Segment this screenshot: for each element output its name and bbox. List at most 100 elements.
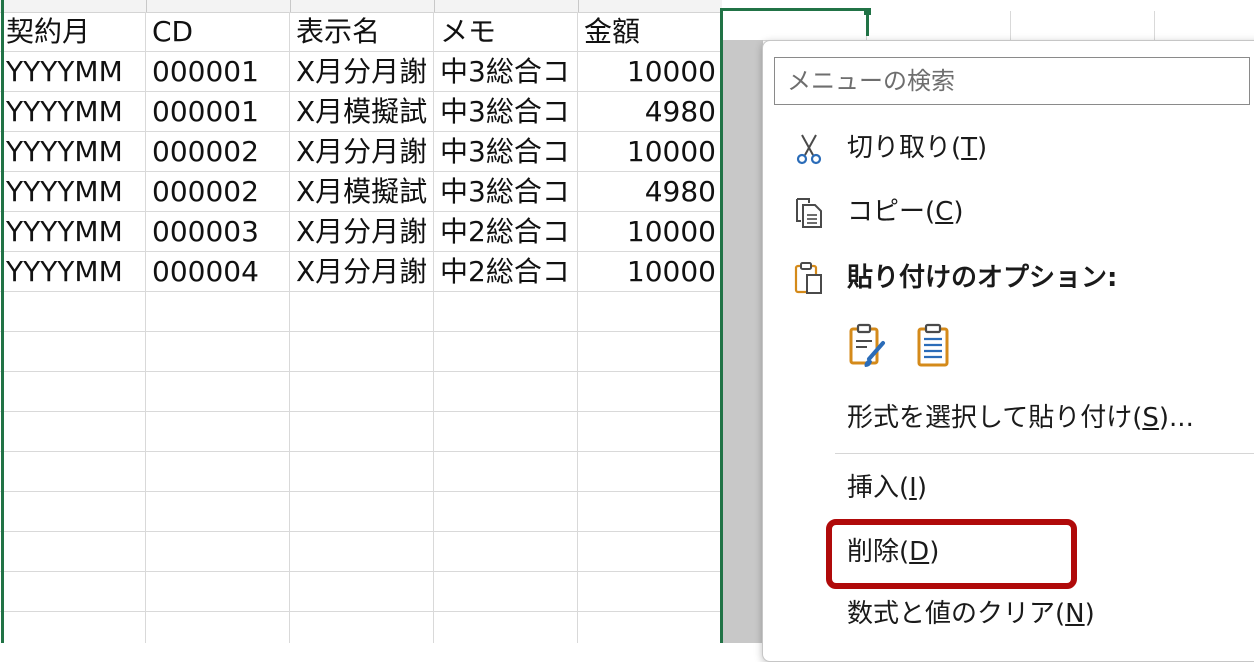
table-cell[interactable]: X月模擬試 (290, 172, 434, 212)
menu-item-paste-special[interactable]: 形式を選択して貼り付け(S)... (763, 393, 1254, 443)
paste-options-buttons (847, 323, 967, 373)
table-cell[interactable] (0, 612, 146, 643)
table-cell[interactable] (146, 492, 290, 532)
table-cell[interactable] (290, 572, 434, 612)
table-cell[interactable]: 4980 (578, 92, 721, 132)
table-cell[interactable] (0, 412, 146, 452)
table-cell[interactable]: YYYYMM (0, 252, 146, 292)
table-cell[interactable]: YYYYMM (0, 132, 146, 172)
table-row (0, 372, 722, 412)
table-cell[interactable]: 10000 (578, 252, 721, 292)
table-cell[interactable]: 000002 (146, 132, 290, 172)
table-cell[interactable] (146, 532, 290, 572)
table-cell[interactable] (434, 492, 578, 532)
column-header-cell[interactable]: CD (146, 12, 290, 52)
column-header-cell[interactable]: 金額 (578, 12, 721, 52)
table-row (0, 492, 722, 532)
table-cell[interactable]: 10000 (578, 132, 721, 172)
selection-border-right (720, 8, 723, 643)
table-cell[interactable] (0, 572, 146, 612)
table-cell[interactable] (146, 412, 290, 452)
table-cell[interactable]: YYYYMM (0, 212, 146, 252)
table-cell[interactable] (578, 292, 721, 332)
table-cell[interactable] (578, 572, 721, 612)
table-cell[interactable] (434, 332, 578, 372)
table-cell[interactable] (290, 372, 434, 412)
table-cell[interactable] (578, 412, 721, 452)
table-cell[interactable]: 10000 (578, 212, 721, 252)
table-cell[interactable] (0, 332, 146, 372)
table-cell[interactable]: 000001 (146, 52, 290, 92)
menu-separator (835, 453, 1254, 454)
table-cell[interactable] (290, 452, 434, 492)
table-cell[interactable]: 中3総合コ (434, 172, 578, 212)
table-cell[interactable] (578, 332, 721, 372)
table-cell[interactable] (146, 332, 290, 372)
table-cell[interactable] (146, 612, 290, 643)
table-cell[interactable]: YYYYMM (0, 92, 146, 132)
menu-item-insert[interactable]: 挿入(I) (763, 463, 1254, 513)
table-cell[interactable] (146, 452, 290, 492)
table-cell[interactable] (146, 372, 290, 412)
table-cell[interactable] (434, 452, 578, 492)
paste-formatting-icon[interactable] (847, 323, 889, 369)
table-cell[interactable] (0, 292, 146, 332)
table-cell[interactable] (0, 492, 146, 532)
table-cell[interactable] (578, 372, 721, 412)
table-cell[interactable] (146, 292, 290, 332)
table-cell[interactable] (290, 532, 434, 572)
menu-item-clear-contents[interactable]: 数式と値のクリア(N) (763, 589, 1254, 639)
table-cell[interactable] (0, 452, 146, 492)
table-cell[interactable]: 中3総合コ (434, 92, 578, 132)
table-cell[interactable]: 000004 (146, 252, 290, 292)
menu-item-copy[interactable]: コピー(C) (763, 187, 1254, 237)
table-cell[interactable]: 中3総合コ (434, 132, 578, 172)
table-cell[interactable]: 中2総合コ (434, 212, 578, 252)
table-cell[interactable]: 000002 (146, 172, 290, 212)
cell-grid[interactable]: 契約月 CD 表示名 メモ 金額 YYYYMM 000001 X月分月謝 中3総合コ 10000 Y… (0, 12, 722, 643)
table-cell[interactable]: 中3総合コ (434, 52, 578, 92)
table-cell[interactable] (290, 292, 434, 332)
table-cell[interactable] (146, 572, 290, 612)
table-cell[interactable] (434, 412, 578, 452)
table-cell[interactable] (578, 612, 721, 643)
table-cell[interactable]: 中2総合コ (434, 252, 578, 292)
table-cell[interactable]: YYYYMM (0, 172, 146, 212)
table-cell[interactable] (578, 452, 721, 492)
fill-handle[interactable] (864, 8, 871, 15)
table-cell[interactable]: YYYYMM (0, 52, 146, 92)
paste-values-icon[interactable] (913, 323, 955, 369)
menu-item-insert-label: 挿入(I) (847, 473, 927, 503)
table-cell[interactable]: X月分月謝 (290, 52, 434, 92)
table-cell[interactable]: X月分月謝 (290, 252, 434, 292)
table-cell[interactable]: X月分月謝 (290, 212, 434, 252)
table-cell[interactable]: X月模擬試 (290, 92, 434, 132)
table-cell[interactable]: 000003 (146, 212, 290, 252)
table-cell[interactable] (434, 572, 578, 612)
column-header-cell[interactable]: 契約月 (0, 12, 146, 52)
table-cell[interactable] (290, 492, 434, 532)
table-cell[interactable] (434, 292, 578, 332)
menu-search-input[interactable]: メニューの検索 (774, 57, 1250, 105)
column-header-cell[interactable]: メモ (434, 12, 578, 52)
table-cell[interactable]: 000001 (146, 92, 290, 132)
table-cell[interactable] (434, 612, 578, 643)
table-cell[interactable] (578, 532, 721, 572)
table-cell[interactable] (290, 412, 434, 452)
table-cell[interactable] (578, 492, 721, 532)
menu-item-clear-label: 数式と値のクリア(N) (847, 599, 1095, 629)
menu-item-cut[interactable]: 切り取り(T) (763, 123, 1254, 173)
column-header-cell[interactable]: 表示名 (290, 12, 434, 52)
table-row (0, 292, 722, 332)
menu-item-cut-label: 切り取り(T) (847, 133, 988, 163)
table-cell[interactable]: X月分月謝 (290, 132, 434, 172)
table-cell[interactable]: 10000 (578, 52, 721, 92)
table-cell[interactable] (290, 332, 434, 372)
table-cell[interactable]: 4980 (578, 172, 721, 212)
table-cell[interactable] (434, 372, 578, 412)
table-row (0, 612, 722, 643)
table-cell[interactable] (290, 612, 434, 643)
table-cell[interactable] (0, 372, 146, 412)
table-cell[interactable] (0, 532, 146, 572)
table-cell[interactable] (434, 532, 578, 572)
